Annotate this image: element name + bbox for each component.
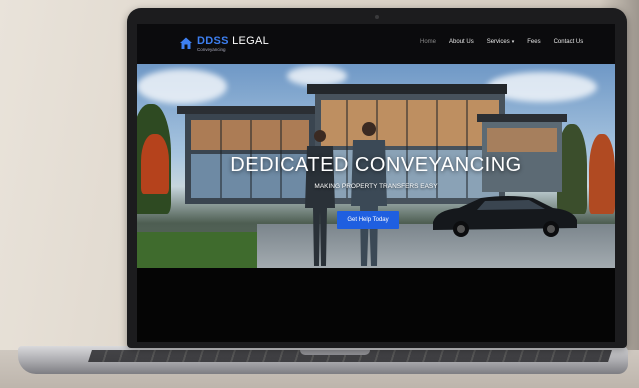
hero-lawn	[137, 232, 267, 268]
brand-tagline: Conveyancing	[197, 47, 226, 52]
laptop-lid: DDSS LEGAL Conveyancing Home About Us Se…	[127, 8, 627, 348]
hero-person	[351, 122, 387, 266]
brand-logo[interactable]: DDSS LEGAL Conveyancing	[179, 36, 269, 53]
webcam-icon	[375, 15, 379, 19]
page-below-fold	[137, 268, 615, 342]
laptop-hinge-notch	[300, 350, 370, 355]
house-icon	[179, 36, 193, 50]
get-help-button[interactable]: Get Help Today	[337, 211, 399, 229]
nav-services-menu[interactable]: Services ▾	[487, 39, 515, 45]
laptop-screen: DDSS LEGAL Conveyancing Home About Us Se…	[137, 24, 615, 342]
nav-home-link[interactable]: Home	[420, 39, 436, 45]
nav-about-link[interactable]: About Us	[449, 39, 474, 45]
hero-banner: DEDICATED CONVEYANCING MAKING PROPERTY T…	[137, 64, 615, 268]
brand-name: DDSS LEGAL	[197, 35, 270, 47]
hero-title: DEDICATED CONVEYANCING	[230, 154, 522, 176]
hero-car	[433, 196, 577, 237]
chevron-down-icon: ▾	[511, 39, 515, 45]
site-navbar: DDSS LEGAL Conveyancing Home About Us Se…	[137, 24, 615, 64]
hero-cloud	[287, 66, 347, 86]
nav-fees-link[interactable]: Fees	[527, 39, 540, 45]
nav-contact-link[interactable]: Contact Us	[554, 39, 584, 45]
hero-subtitle: MAKING PROPERTY TRANSFERS EASY	[314, 183, 438, 190]
main-menu: Home About Us Services ▾ Fees Contact Us	[420, 39, 596, 45]
hero-person	[305, 130, 335, 266]
